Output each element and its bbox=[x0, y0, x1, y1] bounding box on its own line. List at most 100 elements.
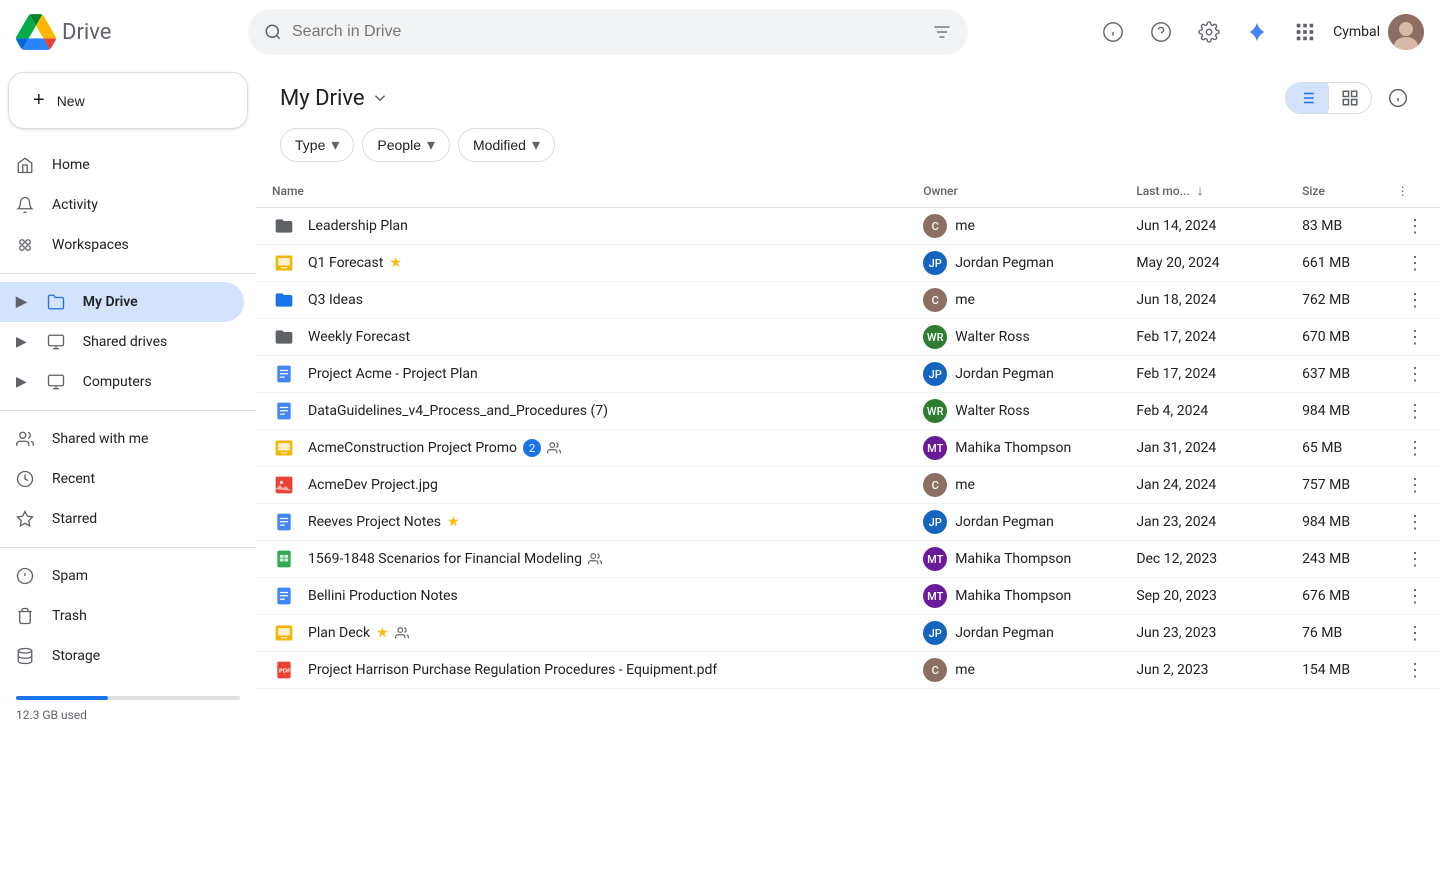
file-more-button[interactable]: ⋮ bbox=[1397, 216, 1424, 237]
expand-arrow-shared-drives[interactable]: ▶ bbox=[16, 334, 27, 350]
file-date-cell: Jun 18, 2024 bbox=[1120, 282, 1286, 319]
star-icon: ★ bbox=[376, 625, 389, 641]
owner-avatar: C bbox=[923, 473, 947, 497]
owner-avatar: MT bbox=[923, 547, 947, 571]
col-header-name[interactable]: Name bbox=[256, 174, 907, 208]
storage-area: 12.3 GB used bbox=[0, 676, 256, 734]
view-toggle bbox=[1285, 82, 1372, 114]
owner-avatar: JP bbox=[923, 362, 947, 386]
file-more-button[interactable]: ⋮ bbox=[1397, 475, 1424, 496]
file-more-button[interactable]: ⋮ bbox=[1397, 253, 1424, 274]
info-button[interactable] bbox=[1380, 80, 1416, 116]
table-row[interactable]: DataGuidelines_v4_Process_and_Procedures… bbox=[256, 393, 1440, 430]
file-date-cell: Feb 17, 2024 bbox=[1120, 356, 1286, 393]
col-header-date[interactable]: Last mo... ↓ bbox=[1120, 174, 1286, 208]
owner-avatar: WR bbox=[923, 325, 947, 349]
table-row[interactable]: Plan Deck★ JP Jordan Pegman Jun 23, 2023… bbox=[256, 615, 1440, 652]
table-row[interactable]: Bellini Production Notes MT Mahika Thomp… bbox=[256, 578, 1440, 615]
file-more-button[interactable]: ⋮ bbox=[1397, 623, 1424, 644]
file-name-cell: AcmeDev Project.jpg bbox=[256, 467, 907, 504]
sidebar-item-shared-with-me[interactable]: Shared with me bbox=[0, 419, 244, 459]
sidebar-item-trash-label: Trash bbox=[52, 608, 87, 624]
file-more-button[interactable]: ⋮ bbox=[1397, 327, 1424, 348]
file-icon bbox=[272, 399, 296, 423]
file-more-button[interactable]: ⋮ bbox=[1397, 364, 1424, 385]
table-row[interactable]: Q3 Ideas C me Jun 18, 2024 762 MB ⋮ bbox=[256, 282, 1440, 319]
sidebar-item-shared-drives[interactable]: ▶ Shared drives bbox=[0, 322, 244, 362]
drive-title-dropdown-icon[interactable] bbox=[371, 89, 389, 107]
filters-bar: Type ▾ People ▾ Modified ▾ bbox=[256, 124, 1440, 174]
sidebar-item-activity[interactable]: Activity bbox=[0, 185, 244, 225]
file-more-button[interactable]: ⋮ bbox=[1397, 660, 1424, 681]
search-input[interactable] bbox=[292, 23, 922, 41]
sidebar-item-computers[interactable]: ▶ Computers bbox=[0, 362, 244, 402]
owner-avatar: C bbox=[923, 658, 947, 682]
sidebar-item-workspaces[interactable]: Workspaces bbox=[0, 225, 244, 265]
owner-name: Mahika Thompson bbox=[955, 588, 1071, 604]
table-row[interactable]: PDF Project Harrison Purchase Regulation… bbox=[256, 652, 1440, 689]
apps-icon-btn[interactable] bbox=[1285, 12, 1325, 52]
sidebar-item-home[interactable]: Home bbox=[0, 145, 244, 185]
table-row[interactable]: Project Acme - Project Plan JP Jordan Pe… bbox=[256, 356, 1440, 393]
gemini-icon-btn[interactable] bbox=[1237, 12, 1277, 52]
file-owner-cell: MT Mahika Thompson bbox=[907, 541, 1120, 578]
table-row[interactable]: Q1 Forecast★ JP Jordan Pegman May 20, 20… bbox=[256, 245, 1440, 282]
avatar[interactable] bbox=[1388, 14, 1424, 50]
table-row[interactable]: Leadership Plan C me Jun 14, 2024 83 MB … bbox=[256, 208, 1440, 245]
shared-drives-icon bbox=[47, 333, 67, 351]
sidebar-item-my-drive[interactable]: ▶ My Drive bbox=[0, 282, 244, 322]
file-date-cell: Jun 14, 2024 bbox=[1120, 208, 1286, 245]
file-owner-cell: MT Mahika Thompson bbox=[907, 578, 1120, 615]
sidebar-item-recent[interactable]: Recent bbox=[0, 459, 244, 499]
file-name-text: Plan Deck bbox=[308, 625, 370, 641]
file-name-text: Reeves Project Notes bbox=[308, 514, 441, 530]
file-name-text: Weekly Forecast bbox=[308, 329, 410, 345]
list-view-button[interactable] bbox=[1286, 83, 1328, 113]
file-more-button[interactable]: ⋮ bbox=[1397, 438, 1424, 459]
file-more-button[interactable]: ⋮ bbox=[1397, 512, 1424, 533]
sidebar-item-spam[interactable]: Spam bbox=[0, 556, 244, 596]
shared-icon bbox=[395, 626, 409, 640]
table-row[interactable]: Weekly Forecast WR Walter Ross Feb 17, 2… bbox=[256, 319, 1440, 356]
table-row[interactable]: 1569-1848 Scenarios for Financial Modeli… bbox=[256, 541, 1440, 578]
filter-modified-arrow-icon: ▾ bbox=[532, 135, 540, 155]
file-date-cell: Jan 23, 2024 bbox=[1120, 504, 1286, 541]
settings-icon-btn[interactable] bbox=[1189, 12, 1229, 52]
content-area: My Drive bbox=[256, 64, 1440, 880]
sidebar-item-home-label: Home bbox=[52, 157, 90, 173]
file-more-button[interactable]: ⋮ bbox=[1397, 549, 1424, 570]
support-icon-btn[interactable] bbox=[1093, 12, 1133, 52]
file-date-cell: Jun 23, 2023 bbox=[1120, 615, 1286, 652]
recent-icon bbox=[16, 470, 36, 488]
sidebar-item-starred[interactable]: Starred bbox=[0, 499, 244, 539]
file-more-button[interactable]: ⋮ bbox=[1397, 401, 1424, 422]
file-owner-cell: JP Jordan Pegman bbox=[907, 245, 1120, 282]
filter-type-label: Type bbox=[295, 137, 325, 153]
table-row[interactable]: AcmeDev Project.jpg C me Jan 24, 2024 75… bbox=[256, 467, 1440, 504]
file-more-cell: ⋮ bbox=[1381, 319, 1440, 356]
help-icon-btn[interactable] bbox=[1141, 12, 1181, 52]
file-more-button[interactable]: ⋮ bbox=[1397, 586, 1424, 607]
sidebar-item-shared-drives-label: Shared drives bbox=[83, 334, 167, 350]
sidebar-item-trash[interactable]: Trash bbox=[0, 596, 244, 636]
file-more-cell: ⋮ bbox=[1381, 541, 1440, 578]
filter-type-button[interactable]: Type ▾ bbox=[280, 128, 354, 162]
file-name-cell: Bellini Production Notes bbox=[256, 578, 907, 615]
table-row[interactable]: Reeves Project Notes★ JP Jordan Pegman J… bbox=[256, 504, 1440, 541]
table-row[interactable]: AcmeConstruction Project Promo2 MT Mahik… bbox=[256, 430, 1440, 467]
file-date-cell: Jun 2, 2023 bbox=[1120, 652, 1286, 689]
filter-type-arrow-icon: ▾ bbox=[331, 135, 339, 155]
drive-title[interactable]: My Drive bbox=[280, 86, 389, 111]
search-filter-icon[interactable] bbox=[932, 22, 952, 42]
expand-arrow-computers[interactable]: ▶ bbox=[16, 374, 27, 390]
shared-with-me-icon bbox=[16, 430, 36, 448]
search-bar[interactable] bbox=[248, 9, 968, 55]
sidebar-item-storage[interactable]: Storage bbox=[0, 636, 244, 676]
new-button[interactable]: + New bbox=[8, 72, 248, 129]
file-more-button[interactable]: ⋮ bbox=[1397, 290, 1424, 311]
filter-modified-button[interactable]: Modified ▾ bbox=[458, 128, 555, 162]
filter-people-button[interactable]: People ▾ bbox=[362, 128, 450, 162]
expand-arrow-my-drive[interactable]: ▶ bbox=[16, 294, 27, 310]
owner-name: me bbox=[955, 218, 975, 234]
grid-view-button[interactable] bbox=[1329, 83, 1371, 113]
